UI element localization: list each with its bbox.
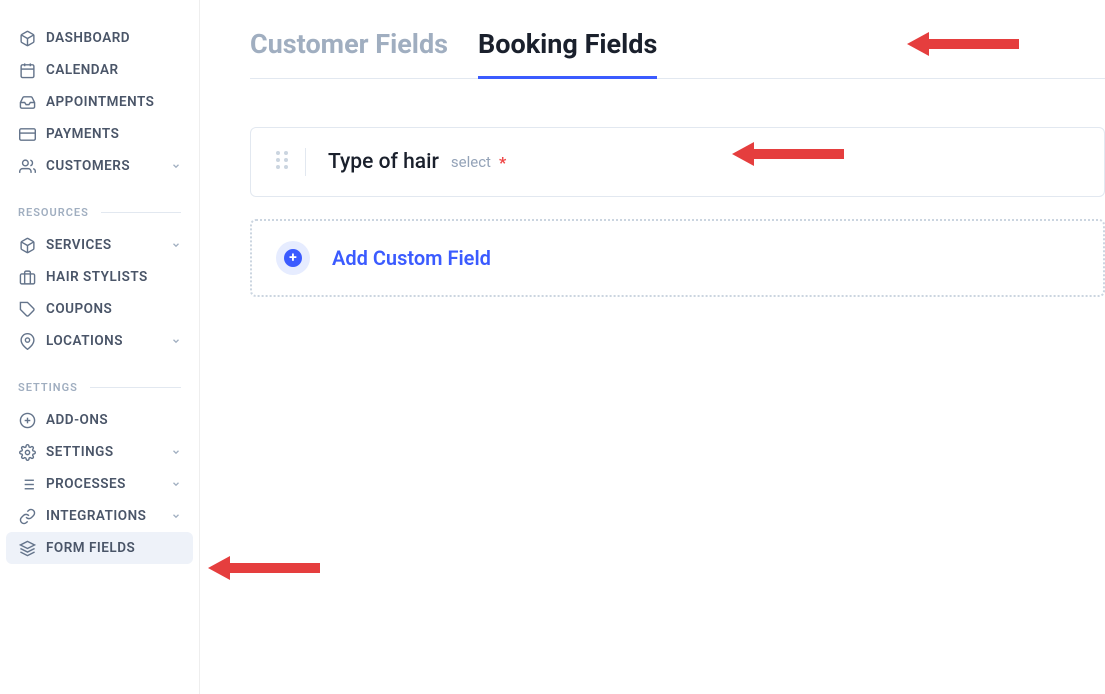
sidebar-item-label: ADD-ONS (46, 412, 108, 428)
field-card[interactable]: Type of hair select * (250, 127, 1105, 197)
sidebar-item-hair-stylists[interactable]: HAIR STYLISTS (0, 261, 199, 293)
chevron-down-icon (171, 479, 181, 489)
nav-section-resources: SERVICES HAIR STYLISTS COUPONS LOCATIONS (0, 229, 199, 357)
chevron-down-icon (171, 447, 181, 457)
calendar-icon (18, 61, 36, 79)
layers-icon (18, 539, 36, 557)
sidebar-item-coupons[interactable]: COUPONS (0, 293, 199, 325)
cube-icon (18, 29, 36, 47)
sidebar-item-label: LOCATIONS (46, 333, 123, 349)
nav-section-main: DASHBOARD CALENDAR APPOINTMENTS PAYMENTS… (0, 22, 199, 182)
section-header-settings: SETTINGS (0, 375, 199, 400)
add-custom-field-button[interactable]: + Add Custom Field (250, 219, 1105, 297)
sidebar-item-payments[interactable]: PAYMENTS (0, 118, 199, 150)
sidebar-item-label: PAYMENTS (46, 126, 119, 142)
sidebar-item-label: COUPONS (46, 301, 112, 317)
chevron-down-icon (171, 240, 181, 250)
credit-card-icon (18, 125, 36, 143)
sidebar-item-label: SETTINGS (46, 444, 114, 460)
tag-icon (18, 300, 36, 318)
tab-customer-fields[interactable]: Customer Fields (250, 28, 448, 78)
nav-section-settings: ADD-ONS SETTINGS PROCESSES INTEGRATIO (0, 404, 199, 564)
sidebar: DASHBOARD CALENDAR APPOINTMENTS PAYMENTS… (0, 0, 200, 694)
link-icon (18, 507, 36, 525)
sidebar-item-label: PROCESSES (46, 476, 126, 492)
divider-line (101, 212, 181, 213)
sidebar-item-appointments[interactable]: APPOINTMENTS (0, 86, 199, 118)
divider-line (305, 148, 306, 176)
add-custom-field-label: Add Custom Field (332, 246, 491, 270)
sidebar-item-form-fields[interactable]: FORM FIELDS (6, 532, 193, 564)
sidebar-item-integrations[interactable]: INTEGRATIONS (0, 500, 199, 532)
sidebar-item-services[interactable]: SERVICES (0, 229, 199, 261)
sidebar-item-label: CUSTOMERS (46, 158, 130, 174)
divider-line (90, 387, 181, 388)
plus-circle-icon: + (276, 241, 310, 275)
sidebar-item-label: CALENDAR (46, 62, 119, 78)
inbox-icon (18, 93, 36, 111)
sidebar-item-label: INTEGRATIONS (46, 508, 146, 524)
section-header-label: RESOURCES (18, 206, 89, 219)
briefcase-icon (18, 268, 36, 286)
drag-handle-icon[interactable] (275, 150, 289, 174)
list-icon (18, 475, 36, 493)
sidebar-item-label: SERVICES (46, 237, 112, 253)
annotation-arrow (732, 142, 844, 166)
map-pin-icon (18, 332, 36, 350)
sidebar-item-label: HAIR STYLISTS (46, 269, 148, 285)
sidebar-item-dashboard[interactable]: DASHBOARD (0, 22, 199, 54)
sidebar-item-calendar[interactable]: CALENDAR (0, 54, 199, 86)
sidebar-item-processes[interactable]: PROCESSES (0, 468, 199, 500)
gear-icon (18, 443, 36, 461)
sidebar-item-label: FORM FIELDS (46, 540, 135, 556)
annotation-arrow (907, 32, 1019, 56)
sidebar-item-locations[interactable]: LOCATIONS (0, 325, 199, 357)
plus-circle-icon (18, 411, 36, 429)
cube-icon (18, 236, 36, 254)
sidebar-item-label: DASHBOARD (46, 30, 130, 46)
sidebar-item-label: APPOINTMENTS (46, 94, 154, 110)
required-indicator: * (499, 153, 506, 172)
chevron-down-icon (171, 161, 181, 171)
sidebar-item-customers[interactable]: CUSTOMERS (0, 150, 199, 182)
tab-booking-fields[interactable]: Booking Fields (478, 28, 657, 78)
chevron-down-icon (171, 511, 181, 521)
field-type: select (451, 153, 491, 171)
field-name: Type of hair (328, 150, 439, 174)
users-icon (18, 157, 36, 175)
chevron-down-icon (171, 336, 181, 346)
sidebar-item-settings[interactable]: SETTINGS (0, 436, 199, 468)
annotation-arrow (208, 556, 320, 580)
section-header-resources: RESOURCES (0, 200, 199, 225)
section-header-label: SETTINGS (18, 381, 78, 394)
sidebar-item-addons[interactable]: ADD-ONS (0, 404, 199, 436)
main-content: Customer Fields Booking Fields Type of h… (200, 0, 1105, 694)
